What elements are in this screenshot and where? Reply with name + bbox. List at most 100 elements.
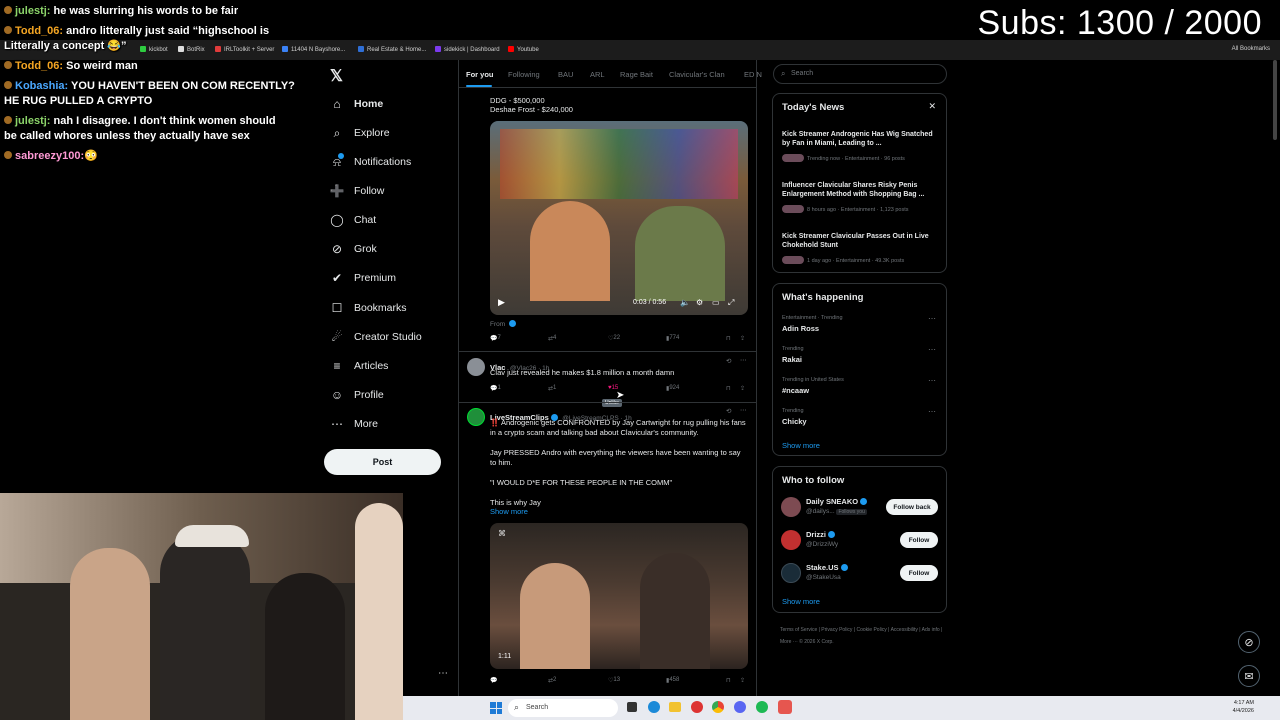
- bookmark-real-estate[interactable]: Real Estate & Home...: [358, 46, 426, 53]
- tweet-video[interactable]: ▶ 0:03 / 0:56 🔈 ⚙ ▭ ⤢: [490, 121, 748, 315]
- reply-button[interactable]: 💬: [490, 677, 497, 684]
- tab-arl[interactable]: ARL: [590, 70, 605, 79]
- tab-for-you[interactable]: For you: [466, 70, 494, 79]
- bookmark-sidekick[interactable]: sidekick | Dashboard: [435, 46, 500, 53]
- bookmark-botrix[interactable]: BotRix: [178, 46, 205, 53]
- windows-start-icon[interactable]: [490, 702, 502, 714]
- bookmark-icon[interactable]: ⊓: [726, 385, 731, 392]
- scrollbar[interactable]: [1273, 60, 1277, 140]
- views-button[interactable]: ▮ 458: [666, 677, 679, 684]
- active-app-icon[interactable]: [778, 700, 792, 714]
- avatar[interactable]: [467, 358, 485, 376]
- bookmark-irltoolkit[interactable]: IRLToolkit + Server: [215, 46, 274, 53]
- tab-bau[interactable]: BAU: [558, 70, 573, 79]
- like-button-liked[interactable]: ♥ 15: [608, 385, 618, 391]
- nav-articles[interactable]: ≡ Articles: [330, 356, 388, 376]
- nav-home[interactable]: ⌂ Home: [330, 94, 383, 114]
- repost-button[interactable]: ⇄ 1: [548, 385, 556, 392]
- fullscreen-icon[interactable]: ⤢: [728, 298, 734, 308]
- news-item-title[interactable]: Kick Streamer Clavicular Passes Out in L…: [782, 232, 934, 250]
- nav-profile[interactable]: ☺ Profile: [330, 385, 384, 405]
- views-button[interactable]: ▮ 924: [666, 385, 679, 392]
- avatar[interactable]: [781, 530, 801, 550]
- messages-float-icon[interactable]: ✉: [1238, 665, 1260, 687]
- grok-icon[interactable]: ⟲: [726, 407, 731, 415]
- discord-icon[interactable]: [734, 701, 746, 713]
- nav-explore[interactable]: ⌕ Explore: [330, 123, 390, 143]
- follow-suggestion-name[interactable]: Drizzi: [806, 530, 836, 539]
- tab-following[interactable]: Following: [508, 70, 540, 79]
- spotify-icon[interactable]: [756, 701, 768, 713]
- tab-ed-n[interactable]: ED N: [744, 70, 762, 79]
- file-explorer-icon[interactable]: [669, 702, 681, 712]
- share-icon[interactable]: ⇪: [740, 677, 745, 684]
- nav-follow[interactable]: ➕ Follow: [330, 181, 385, 201]
- post-button[interactable]: Post: [324, 449, 441, 475]
- taskbar-search[interactable]: ⌕ Search: [508, 699, 618, 717]
- volume-icon[interactable]: 🔈: [680, 298, 690, 307]
- bookmark-icon[interactable]: ⊓: [726, 677, 731, 684]
- more-icon[interactable]: ⋯: [740, 406, 747, 414]
- news-item-title[interactable]: Kick Streamer Androgenic Has Wig Snatche…: [782, 130, 934, 148]
- close-icon[interactable]: ✕: [928, 101, 936, 112]
- trend-name[interactable]: Adin Ross: [782, 324, 819, 333]
- more-icon[interactable]: ⋯: [928, 345, 936, 354]
- show-more-link[interactable]: Show more: [782, 597, 820, 606]
- follow-button[interactable]: Follow: [900, 565, 938, 581]
- app-icon[interactable]: [691, 701, 703, 713]
- like-button[interactable]: ♡ 13: [608, 677, 620, 684]
- edge-icon[interactable]: [648, 701, 660, 713]
- task-view-icon[interactable]: [627, 702, 637, 712]
- more-icon[interactable]: ⋯: [928, 314, 936, 323]
- repost-button[interactable]: ⇄ 4: [548, 335, 556, 342]
- chrome-icon[interactable]: [712, 701, 724, 713]
- play-icon[interactable]: ▶: [498, 297, 505, 308]
- all-bookmarks-button[interactable]: All Bookmarks: [1232, 46, 1270, 52]
- tab-clavicular-clan[interactable]: Clavicular's Clan: [669, 70, 725, 79]
- pip-icon[interactable]: ▭: [712, 298, 720, 307]
- bookmark-kickbot[interactable]: kickbot: [140, 46, 168, 53]
- follow-back-button[interactable]: Follow back: [886, 499, 938, 515]
- nav-bookmarks[interactable]: ☐ Bookmarks: [330, 298, 407, 318]
- nav-more[interactable]: ⋯ More: [330, 414, 378, 434]
- trend-name[interactable]: Rakai: [782, 355, 802, 364]
- avatar[interactable]: [467, 408, 485, 426]
- footer-links[interactable]: Terms of Service | Privacy Policy | Cook…: [780, 624, 950, 648]
- more-icon[interactable]: ⋯: [928, 407, 936, 416]
- news-item-title[interactable]: Influencer Clavicular Shares Risky Penis…: [782, 181, 934, 199]
- nav-chat[interactable]: ◯ Chat: [330, 210, 376, 230]
- follow-button[interactable]: Follow: [900, 532, 938, 548]
- more-icon[interactable]: ⋯: [740, 356, 747, 364]
- nav-grok[interactable]: ⊘ Grok: [330, 239, 377, 259]
- account-menu-icon[interactable]: ⋯: [438, 668, 448, 679]
- trend-name[interactable]: Chicky: [782, 417, 807, 426]
- grok-icon[interactable]: ⟲: [726, 357, 731, 365]
- tab-rage-bait[interactable]: Rage Bait: [620, 70, 653, 79]
- more-icon[interactable]: ⋯: [928, 376, 936, 385]
- nav-creator-studio[interactable]: ☄ Creator Studio: [330, 327, 422, 347]
- settings-icon[interactable]: ⚙: [696, 298, 703, 307]
- reply-button[interactable]: 💬 1: [490, 385, 501, 392]
- repost-button[interactable]: ⇄ 2: [548, 677, 556, 684]
- grok-float-icon[interactable]: ⊘: [1238, 631, 1260, 653]
- share-icon[interactable]: ⇪: [740, 385, 745, 392]
- bookmark-youtube[interactable]: Youtube: [508, 46, 539, 53]
- follow-suggestion-name[interactable]: Stake.US: [806, 563, 848, 572]
- show-more-link[interactable]: Show more: [490, 507, 528, 516]
- show-more-link[interactable]: Show more: [782, 441, 820, 450]
- taskbar-clock[interactable]: 4:17 AM 4/4/2026: [1233, 699, 1254, 715]
- bookmark-icon[interactable]: ⊓: [726, 335, 731, 342]
- views-button[interactable]: ▮ 774: [666, 335, 679, 342]
- like-button[interactable]: ♡ 22: [608, 335, 620, 342]
- avatar[interactable]: [781, 563, 801, 583]
- trend-name[interactable]: #ncaaw: [782, 386, 809, 395]
- nav-premium[interactable]: ✔ Premium: [330, 268, 396, 288]
- tweet-video[interactable]: ⌘ 1:11: [490, 523, 748, 669]
- x-logo-icon[interactable]: 𝕏: [330, 66, 343, 86]
- bookmark-bayshore[interactable]: 11404 N Bayshore...: [282, 46, 345, 53]
- search-input[interactable]: ⌕ Search: [773, 64, 947, 84]
- share-icon[interactable]: ⇪: [740, 335, 745, 342]
- avatar[interactable]: [781, 497, 801, 517]
- follow-suggestion-name[interactable]: Daily SNEAKO: [806, 497, 868, 506]
- reply-button[interactable]: 💬 7: [490, 335, 501, 342]
